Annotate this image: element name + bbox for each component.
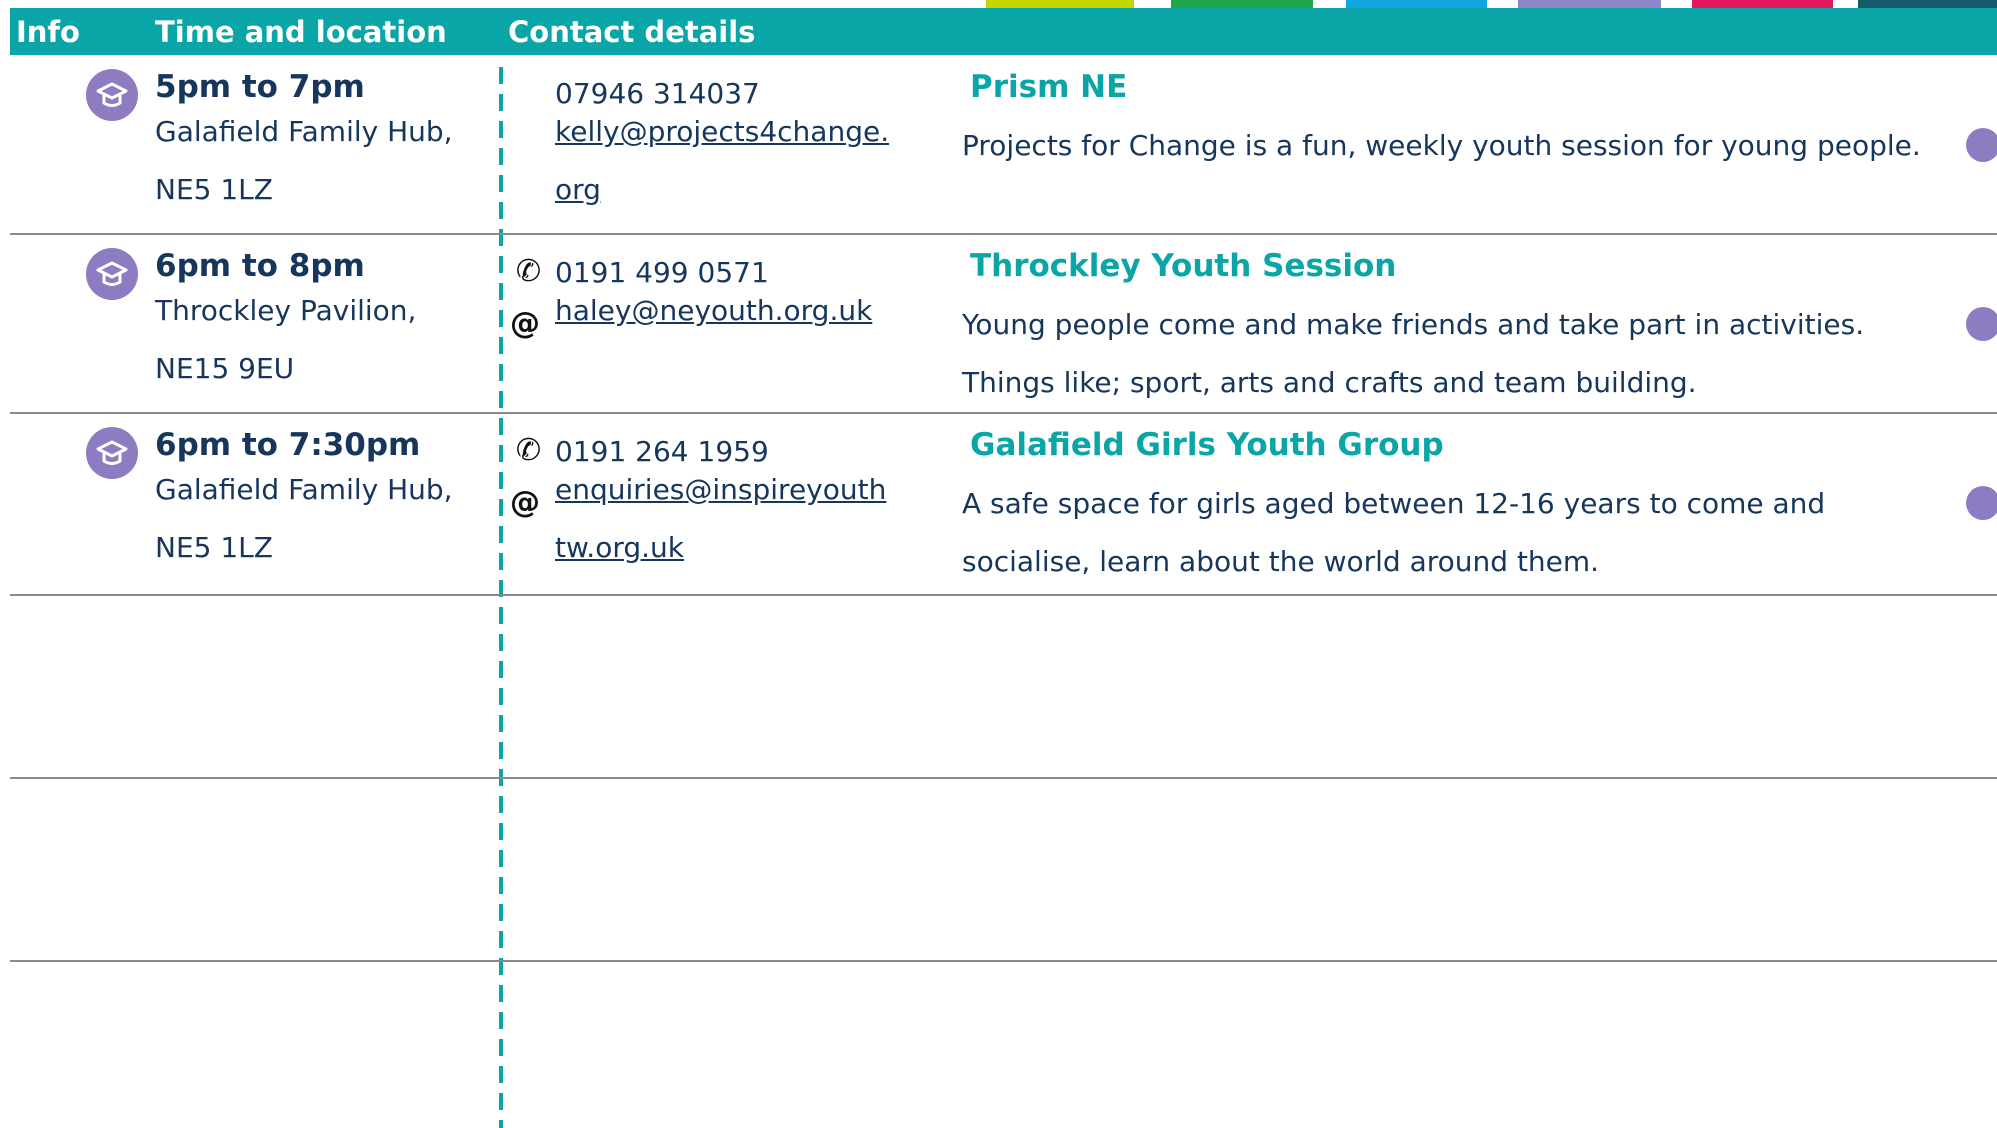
table-header: Info Time and location Contact details [10,8,1997,55]
dot-icon [1966,128,1997,162]
table-row: 5pm to 7pm Galafield Family Hub, NE5 1LZ… [0,55,1997,233]
table-row: 6pm to 7:30pm Galafield Family Hub, NE5 … [0,413,1997,591]
session-time: 5pm to 7pm [155,69,365,105]
phone-icon: ✆ [516,254,542,289]
table-row: 6pm to 8pm Throckley Pavilion, NE15 9EU … [0,234,1997,412]
session-location-line1: Galafield Family Hub, [155,473,453,506]
accent-strip-6 [1858,0,1997,8]
session-location-line2: NE5 1LZ [155,531,273,564]
session-title: Prism NE [970,69,1128,105]
dot-icon [1966,486,1997,520]
accent-strip-4 [1518,0,1661,8]
accent-strip-5 [1692,0,1833,8]
contact-email-link[interactable]: haley@neyouth.org.uk [555,282,895,340]
row-divider [10,594,1997,596]
at-icon: @ [510,485,540,520]
accent-strip-3 [1346,0,1487,8]
session-location-line1: Galafield Family Hub, [155,115,453,148]
session-location-line2: NE15 9EU [155,352,295,385]
row-divider [10,960,1997,962]
session-description: Young people come and make friends and t… [962,308,1865,399]
phone-icon: ✆ [516,433,542,468]
session-title: Galafield Girls Youth Group [970,427,1444,463]
session-title: Throckley Youth Session [970,248,1397,284]
session-description: Projects for Change is a fun, weekly you… [962,129,1921,162]
accent-strip-2 [1171,0,1313,8]
header-contact-details: Contact details [508,15,756,49]
session-time: 6pm to 7:30pm [155,427,421,463]
session-description: A safe space for girls aged between 12-1… [962,487,1826,578]
header-info: Info [16,15,80,49]
contact-email-link[interactable]: enquiries@inspireyouthtw.org.uk [555,461,895,577]
contact-email-link[interactable]: kelly@projects4change.org [555,103,895,219]
at-icon: @ [510,306,540,341]
graduation-cap-icon [86,427,138,479]
graduation-cap-icon [86,69,138,121]
session-time: 6pm to 8pm [155,248,365,284]
session-location-line1: Throckley Pavilion, [155,294,417,327]
session-location-line2: NE5 1LZ [155,173,273,206]
dot-icon [1966,307,1997,341]
row-divider [10,777,1997,779]
graduation-cap-icon [86,248,138,300]
header-time-location: Time and location [155,15,447,49]
accent-strip-1 [986,0,1134,8]
